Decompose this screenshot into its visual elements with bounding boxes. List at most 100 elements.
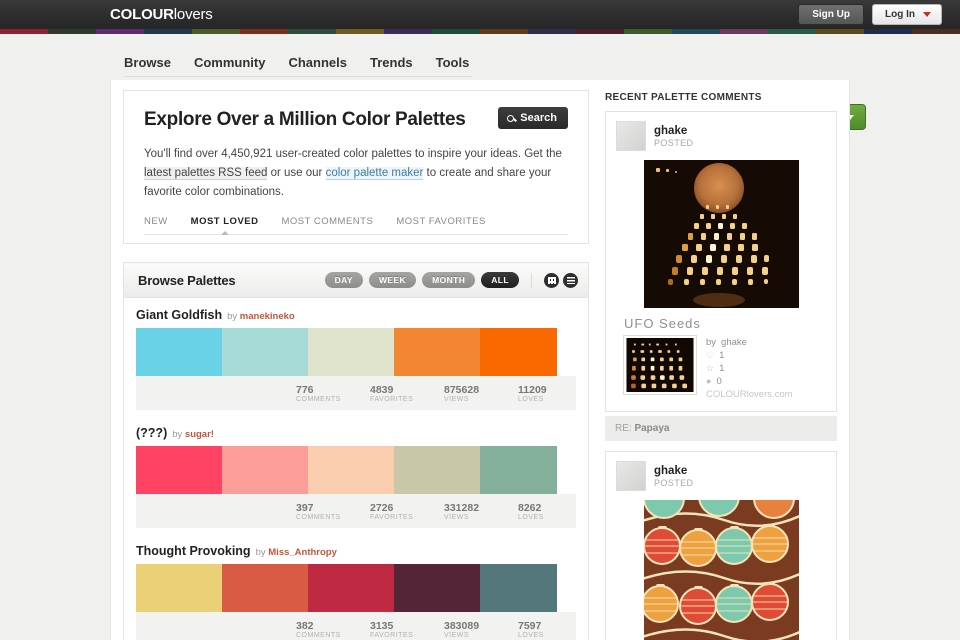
comment-username[interactable]: ghake [654, 465, 693, 478]
palette-name[interactable]: (???) [136, 426, 167, 440]
stat-views: 383089VIEWS [444, 620, 496, 639]
nav-item-tools[interactable]: Tools [436, 55, 470, 70]
nav-item-community[interactable]: Community [194, 55, 266, 70]
comment-card: ghake POSTED [605, 451, 837, 640]
nav-item-channels[interactable]: Channels [288, 55, 347, 70]
login-button[interactable]: Log In [872, 4, 942, 25]
stat-loves: 7597LOVES [518, 620, 570, 639]
swatch[interactable] [222, 564, 308, 612]
ufo-seeds-image[interactable] [644, 160, 799, 308]
timeframe-pill-week[interactable]: WEEK [369, 272, 416, 288]
palette-item[interactable]: Giant Goldfishby manekineko776COMMENTS48… [136, 308, 576, 410]
palette-maker-link[interactable]: color palette maker [326, 167, 424, 180]
palette-stats: 382COMMENTS 3135FAVORITES 383089VIEWS 7597L… [136, 612, 576, 640]
palette-item[interactable]: Thought Provoking by Miss_Anthropy 382COMM… [136, 544, 576, 640]
site-row: COLOURlovers.com [706, 388, 793, 401]
comment-posted-label: POSTED [654, 138, 693, 148]
swatch[interactable] [308, 564, 394, 612]
page-content: Explore Over a Million Color Palettes Se… [110, 80, 850, 640]
avatar [616, 121, 646, 151]
nav-item-trends[interactable]: Trends [370, 55, 413, 70]
palette-name[interactable]: Giant Goldfish [136, 308, 222, 322]
palette-byline: by sugar! [172, 429, 214, 440]
rss-feed-link[interactable]: latest palettes RSS feed [144, 167, 267, 180]
palette-stats: 397COMMENTS 2726FAVORITES 331282VIEWS 8262L… [136, 494, 576, 528]
palette-name[interactable]: Thought Provoking [136, 544, 251, 558]
sidebar: RECENT PALETTE COMMENTS ghake POSTED [605, 90, 837, 640]
palette-swatches[interactable] [136, 446, 576, 494]
re-title: Papaya [634, 423, 669, 434]
sort-tab-new[interactable]: NEW [144, 216, 168, 227]
list-view-icon[interactable] [563, 273, 578, 288]
swatch[interactable] [480, 564, 557, 612]
swatch[interactable] [394, 328, 480, 376]
palette-item[interactable]: (???) by sugar! 397COMMENTS 2726FAVORITES 33… [136, 426, 576, 528]
stat-comments: 397COMMENTS [296, 502, 348, 521]
nav-links: Browse Community Channels Trends Tools [124, 37, 472, 77]
swatch[interactable] [222, 446, 308, 494]
christmas-ornaments-image[interactable] [644, 500, 799, 640]
triangle-down-icon [923, 12, 931, 17]
explore-search-button[interactable]: Search [498, 107, 568, 129]
timeframe-pills: DAY WEEK MONTH ALL [325, 272, 519, 288]
magnifier-icon [507, 115, 514, 122]
grid-view-icon[interactable] [544, 273, 559, 288]
avatar [616, 461, 646, 491]
site-logo[interactable]: COLOURlovers [110, 6, 213, 23]
palette-detail-row: by ghake ♡ 1 ☆ 1 ● 0 [616, 336, 826, 401]
browse-header: Browse Palettes DAY WEEK MONTH ALL [124, 263, 588, 298]
swatch[interactable] [480, 446, 557, 494]
stat-favorites: 2726FAVORITES [370, 502, 422, 521]
loves-row: ♡ 1 [706, 349, 793, 362]
nav-item-browse[interactable]: Browse [124, 55, 171, 70]
timeframe-pill-day[interactable]: DAY [325, 272, 363, 288]
swatch[interactable] [136, 564, 222, 612]
swatch[interactable] [136, 446, 222, 494]
browse-title: Browse Palettes [138, 273, 235, 288]
swatch[interactable] [308, 328, 394, 376]
timeframe-pill-month[interactable]: MONTH [422, 272, 475, 288]
ufo-seeds-thumbnail[interactable] [624, 336, 696, 394]
palette-author[interactable]: ghake [721, 336, 747, 349]
re-prefix: RE: [615, 423, 632, 434]
palette-byline: by Miss_Anthropy [256, 547, 337, 558]
desc-part-2: or use our [267, 167, 325, 179]
stat-favorites: 4839FAVORITES [370, 384, 422, 403]
sort-tab-most-comments[interactable]: MOST COMMENTS [281, 216, 373, 227]
timeframe-pill-all[interactable]: ALL [481, 272, 519, 288]
swatch[interactable] [308, 446, 394, 494]
stat-comments: 382COMMENTS [296, 620, 348, 639]
sort-tab-most-loved[interactable]: MOST LOVED [191, 216, 259, 227]
site-label: COLOURlovers.com [706, 388, 793, 401]
comments-row: ● 0 [706, 375, 793, 388]
browse-palettes-box: Browse Palettes DAY WEEK MONTH ALL Giant Go… [123, 262, 589, 640]
palette-name[interactable]: UFO Seeds [624, 316, 826, 331]
comment-header: ghake POSTED [606, 112, 836, 160]
swatch[interactable] [222, 328, 308, 376]
comment-posted-label: POSTED [654, 478, 693, 488]
login-label: Log In [885, 9, 915, 20]
stat-comments: 776COMMENTS [296, 384, 348, 403]
palette-swatches[interactable] [136, 328, 576, 376]
swatch[interactable] [394, 446, 480, 494]
account-actions: Sign Up Log In [798, 0, 942, 29]
palette-meta: by ghake ♡ 1 ☆ 1 ● 0 [706, 336, 793, 401]
swatch[interactable] [480, 328, 557, 376]
signup-button[interactable]: Sign Up [798, 4, 864, 25]
comment-username[interactable]: ghake [654, 125, 693, 138]
comment-header: ghake POSTED [606, 452, 836, 500]
stat-loves: 11209LOVES [518, 384, 570, 403]
comment-subject-bar[interactable]: RE: Papaya [605, 416, 837, 441]
sort-tab-most-favorites[interactable]: MOST FAVORITES [396, 216, 486, 227]
explore-search-label: Search [520, 112, 557, 124]
stat-views: 331282VIEWS [444, 502, 496, 521]
palette-swatches[interactable] [136, 564, 576, 612]
swatch[interactable] [394, 564, 480, 612]
comment-body [606, 500, 836, 640]
swatch[interactable] [136, 328, 222, 376]
palette-list: Giant Goldfishby manekineko776COMMENTS48… [124, 298, 588, 640]
stat-loves: 8262LOVES [518, 502, 570, 521]
stat-favorites: 3135FAVORITES [370, 620, 422, 639]
comment-card: ghake POSTED [605, 111, 837, 412]
logo-bold: COLOUR [110, 6, 174, 23]
